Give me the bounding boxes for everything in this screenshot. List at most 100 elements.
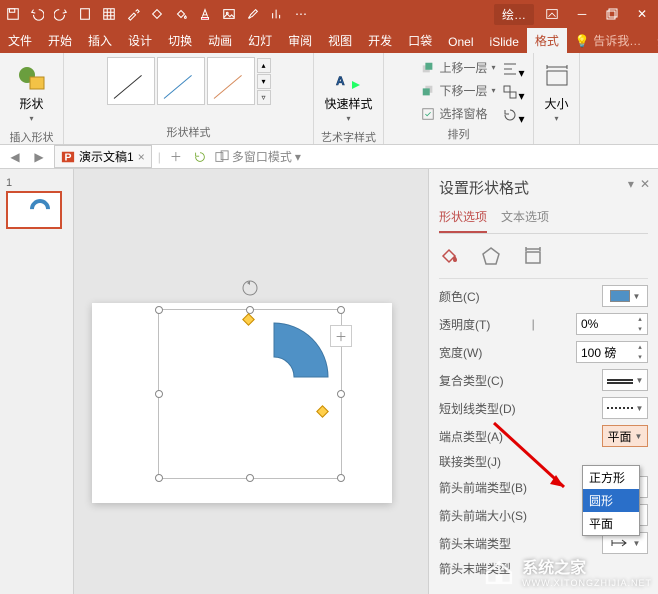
color-picker[interactable]: ▼ bbox=[602, 285, 648, 307]
brush-icon[interactable] bbox=[244, 5, 262, 23]
close-button[interactable]: ✕ bbox=[630, 4, 654, 24]
minimize-button[interactable]: ─ bbox=[570, 4, 594, 24]
handle-br[interactable] bbox=[337, 474, 345, 482]
pane-tab-shape[interactable]: 形状选项 bbox=[439, 204, 487, 233]
group-label-shape-styles: 形状样式 bbox=[167, 124, 211, 140]
nav-forward-icon[interactable]: ▶ bbox=[30, 148, 48, 166]
login-button[interactable]: 登录 bbox=[649, 28, 658, 53]
rotate-button[interactable]: ▾ bbox=[502, 107, 524, 126]
canvas[interactable]: ＋ bbox=[74, 169, 428, 594]
chart-icon[interactable] bbox=[268, 5, 286, 23]
shapes-button[interactable]: 形状 ▾ bbox=[12, 57, 52, 127]
cap-dropdown: 正方形 圆形 平面 bbox=[582, 465, 640, 536]
group-size: 大小 ▾ bbox=[534, 53, 580, 144]
new-icon[interactable] bbox=[76, 5, 94, 23]
style-thumb-3[interactable] bbox=[207, 57, 255, 105]
paint-icon[interactable] bbox=[148, 5, 166, 23]
slide-thumb-1[interactable] bbox=[6, 191, 62, 229]
dash-select[interactable]: ▼ bbox=[602, 397, 648, 419]
pane-close-icon[interactable]: ✕ bbox=[640, 177, 650, 191]
eyedropper-icon[interactable] bbox=[124, 5, 142, 23]
add-text-icon[interactable]: ＋ bbox=[330, 325, 352, 347]
gallery-up-icon[interactable]: ▴ bbox=[257, 58, 271, 73]
style-thumb-2[interactable] bbox=[157, 57, 205, 105]
send-backward-button[interactable]: 下移一层 ▾ bbox=[419, 80, 497, 101]
tab-design[interactable]: 设计 bbox=[120, 28, 160, 53]
group-wordart: A 快速样式 ▾ 艺术字样式 bbox=[314, 53, 384, 144]
tab-onel[interactable]: Onel bbox=[440, 31, 481, 53]
size-button[interactable]: 大小 ▾ bbox=[537, 57, 577, 127]
send-backward-label: 下移一层 bbox=[439, 82, 487, 99]
fill-icon[interactable] bbox=[172, 5, 190, 23]
nav-back-icon[interactable]: ◀ bbox=[6, 148, 24, 166]
tab-review[interactable]: 审阅 bbox=[280, 28, 320, 53]
group-insert-shape: 形状 ▾ 插入形状 bbox=[0, 53, 64, 144]
handle-tr[interactable] bbox=[337, 306, 345, 314]
quick-styles-button[interactable]: A 快速样式 ▾ bbox=[320, 57, 376, 127]
prop-color-label: 颜色(C) bbox=[439, 288, 480, 305]
multi-window-button[interactable]: 多窗口模式 ▾ bbox=[215, 148, 301, 166]
watermark-url: WWW.XITONGZHIJIA.NET bbox=[522, 578, 652, 588]
pane-dropdown-icon[interactable]: ▾ bbox=[628, 177, 634, 191]
transparency-input[interactable]: ▴▾ bbox=[576, 313, 648, 335]
overflow-icon[interactable]: ⋯ bbox=[292, 5, 310, 23]
table-icon[interactable] bbox=[100, 5, 118, 23]
tab-home[interactable]: 开始 bbox=[40, 28, 80, 53]
tab-slideshow[interactable]: 幻灯 bbox=[240, 28, 280, 53]
bring-forward-button[interactable]: 上移一层 ▾ bbox=[419, 57, 497, 78]
save-icon[interactable] bbox=[4, 5, 22, 23]
tab-view[interactable]: 视图 bbox=[320, 28, 360, 53]
document-tab[interactable]: P 演示文稿1 × bbox=[54, 145, 152, 168]
spin-up-icon[interactable]: ▴ bbox=[633, 314, 647, 324]
refresh-icon[interactable] bbox=[191, 148, 209, 166]
redo-icon[interactable] bbox=[52, 5, 70, 23]
tab-animations[interactable]: 动画 bbox=[200, 28, 240, 53]
tab-file[interactable]: 文件 bbox=[0, 28, 40, 53]
group-button[interactable]: ▾ bbox=[502, 84, 524, 103]
rotate-handle[interactable] bbox=[240, 278, 260, 301]
tab-developer[interactable]: 开发 bbox=[360, 28, 400, 53]
width-input[interactable]: ▴▾ bbox=[576, 341, 648, 363]
document-close-icon[interactable]: × bbox=[138, 150, 145, 164]
tab-insert[interactable]: 插入 bbox=[80, 28, 120, 53]
tab-transitions[interactable]: 切换 bbox=[160, 28, 200, 53]
align-button[interactable]: ▾ bbox=[502, 61, 524, 80]
fill-line-icon[interactable] bbox=[439, 246, 459, 266]
size-props-icon[interactable] bbox=[523, 246, 543, 266]
font-color-icon[interactable] bbox=[196, 5, 214, 23]
cap-option-round[interactable]: 圆形 bbox=[583, 489, 639, 512]
handle-bl[interactable] bbox=[155, 474, 163, 482]
tab-pocket[interactable]: 口袋 bbox=[400, 28, 440, 53]
cap-select[interactable]: 平面▼ bbox=[602, 425, 648, 447]
spin-down-icon[interactable]: ▾ bbox=[633, 352, 647, 362]
undo-icon[interactable] bbox=[28, 5, 46, 23]
document-bar: ◀ ▶ P 演示文稿1 × | ＋ 多窗口模式 ▾ bbox=[0, 145, 658, 169]
add-doc-icon[interactable]: ＋ bbox=[167, 148, 185, 166]
ribbon-options-icon[interactable] bbox=[540, 4, 564, 24]
tab-format[interactable]: 格式 bbox=[527, 28, 567, 53]
gallery-more-icon[interactable]: ▿ bbox=[257, 90, 271, 105]
handle-bm[interactable] bbox=[246, 474, 254, 482]
handle-ml[interactable] bbox=[155, 390, 163, 398]
handle-mr[interactable] bbox=[337, 390, 345, 398]
shape-style-gallery[interactable]: ▴ ▾ ▿ bbox=[107, 57, 271, 105]
spin-down-icon[interactable]: ▾ bbox=[633, 324, 647, 334]
slide-thumbnails: 1 bbox=[0, 169, 74, 594]
cap-option-flat[interactable]: 平面 bbox=[583, 512, 639, 535]
handle-tl[interactable] bbox=[155, 306, 163, 314]
tab-islide[interactable]: iSlide bbox=[482, 31, 527, 53]
spin-up-icon[interactable]: ▴ bbox=[633, 342, 647, 352]
selection-pane-label: 选择窗格 bbox=[439, 105, 487, 122]
svg-text:P: P bbox=[65, 151, 72, 163]
compound-select[interactable]: ▼ bbox=[602, 369, 648, 391]
effects-icon[interactable] bbox=[481, 246, 501, 266]
cap-option-square[interactable]: 正方形 bbox=[583, 466, 639, 489]
slide-number: 1 bbox=[6, 177, 67, 189]
image-icon[interactable] bbox=[220, 5, 238, 23]
restore-button[interactable] bbox=[600, 4, 624, 24]
style-thumb-1[interactable] bbox=[107, 57, 155, 105]
pane-tab-text[interactable]: 文本选项 bbox=[501, 204, 549, 233]
selection-pane-button[interactable]: 选择窗格 bbox=[419, 103, 497, 124]
gallery-down-icon[interactable]: ▾ bbox=[257, 74, 271, 89]
tell-me[interactable]: 💡 告诉我… bbox=[567, 28, 649, 53]
